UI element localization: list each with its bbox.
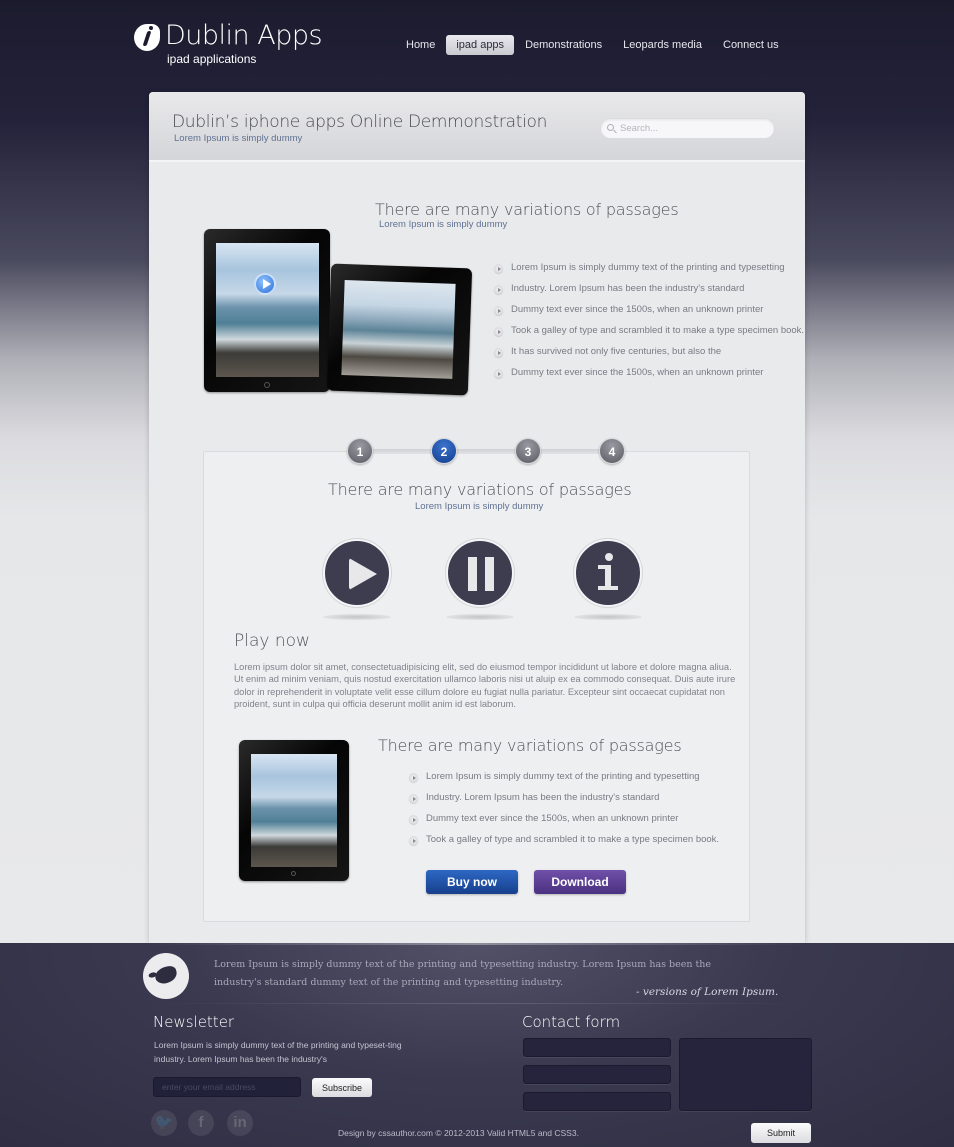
social-facebook-link[interactable]: f [188, 1110, 214, 1136]
newsletter-title: Newsletter [153, 1013, 235, 1031]
social-linkedin-link[interactable]: in [227, 1110, 253, 1136]
contact-field-3[interactable] [523, 1092, 671, 1111]
bullet-arrow-icon [494, 264, 503, 273]
page-subtitle: Lorem Ipsum is simply dummy [174, 133, 303, 144]
download-button[interactable]: Download [534, 870, 626, 894]
nav-ipad-apps[interactable]: ipad apps [446, 35, 515, 55]
ipad-screen [251, 754, 337, 867]
ipad-screen [341, 280, 456, 379]
section1-subtitle: Lorem Ipsum is simply dummy [379, 219, 508, 230]
section3-title: There are many variations of passages [378, 736, 682, 755]
twitter-bird-icon [153, 964, 179, 986]
ipad-product-image [239, 740, 349, 881]
twitter-badge[interactable] [143, 953, 189, 999]
pause-button[interactable] [446, 539, 514, 607]
video-play-icon[interactable] [254, 273, 276, 295]
pause-icon [468, 557, 477, 591]
list-item: Industry. Lorem Ipsum has been the indus… [494, 282, 804, 303]
bullet-arrow-icon [494, 285, 503, 294]
footer-divider [150, 943, 804, 945]
page-title: Dublin’s iphone apps Online Demmonstrati… [172, 112, 548, 132]
info-button[interactable] [574, 539, 642, 607]
bullet-arrow-icon [409, 836, 418, 845]
twitter-icon: 🐦 [154, 1114, 174, 1131]
list-item: Lorem Ipsum is simply dummy text of the … [494, 261, 804, 282]
step-2-active[interactable]: 2 [431, 438, 457, 464]
bullet-arrow-icon [494, 369, 503, 378]
ipad-screen [216, 243, 319, 377]
button-shadow [574, 614, 642, 620]
button-shadow [323, 614, 391, 620]
contact-field-2[interactable] [523, 1065, 671, 1084]
copyright: Design by cssauthor.com © 2012-2013 Vali… [338, 1128, 579, 1138]
bullet-arrow-icon [409, 794, 418, 803]
step-4[interactable]: 4 [599, 438, 625, 464]
ipad-landscape-image [326, 263, 473, 396]
play-icon [349, 558, 377, 590]
play-now-description: Lorem ipsum dolor sit amet, consectetuad… [234, 662, 736, 710]
newsletter-description: Lorem Ipsum is simply dummy text of the … [154, 1040, 402, 1064]
site-tagline: ipad applications [167, 52, 257, 66]
social-twitter-link[interactable]: 🐦 [151, 1110, 177, 1136]
list-item: Dummy text ever since the 1500s, when an… [409, 812, 719, 833]
list-item: Took a galley of type and scrambled it t… [494, 324, 804, 345]
list-item: Dummy text ever since the 1500s, when an… [494, 303, 804, 324]
pause-icon [485, 557, 494, 591]
facebook-icon: f [198, 1114, 204, 1131]
list-item: It has survived not only five centuries,… [494, 345, 804, 366]
section1-title: There are many variations of passages [375, 200, 679, 219]
contact-message-textarea[interactable] [679, 1038, 812, 1111]
tweet-author: - versions of Lorem Ipsum. [636, 986, 779, 998]
play-now-heading: Play now [234, 631, 310, 651]
bullet-arrow-icon [409, 815, 418, 824]
search-input[interactable] [620, 121, 770, 136]
main-nav: Home ipad apps Demonstrations Leopards m… [396, 35, 790, 55]
contact-submit-button[interactable]: Submit [751, 1123, 811, 1143]
play-button[interactable] [323, 539, 391, 607]
step-track [360, 449, 613, 454]
button-shadow [446, 614, 514, 620]
section3-feature-list: Lorem Ipsum is simply dummy text of the … [409, 770, 719, 854]
ipad-home-button [291, 871, 296, 876]
linkedin-icon: in [233, 1114, 247, 1131]
buy-now-button[interactable]: Buy now [426, 870, 518, 894]
section2-subtitle: Lorem Ipsum is simply dummy [415, 501, 544, 512]
ipad-portrait-image [204, 229, 330, 392]
contact-form-title: Contact form [522, 1013, 621, 1031]
section2-title: There are many variations of passages [328, 480, 632, 499]
step-1[interactable]: 1 [347, 438, 373, 464]
nav-connect-us[interactable]: Connect us [713, 35, 789, 55]
step-3[interactable]: 3 [515, 438, 541, 464]
list-item: Took a galley of type and scrambled it t… [409, 833, 719, 854]
bullet-arrow-icon [494, 348, 503, 357]
nav-leopards-media[interactable]: Leopards media [613, 35, 712, 55]
newsletter-email-input[interactable] [153, 1077, 301, 1097]
logo-icon[interactable] [134, 24, 160, 51]
ipad-home-button [264, 382, 270, 388]
section1-feature-list: Lorem Ipsum is simply dummy text of the … [494, 261, 804, 387]
bullet-arrow-icon [409, 773, 418, 782]
search-icon [607, 124, 614, 131]
contact-field-1[interactable] [523, 1038, 671, 1057]
list-item: Lorem Ipsum is simply dummy text of the … [409, 770, 719, 791]
list-item: Dummy text ever since the 1500s, when an… [494, 366, 804, 387]
nav-demonstrations[interactable]: Demonstrations [515, 35, 612, 55]
nav-home[interactable]: Home [396, 35, 445, 55]
subscribe-button[interactable]: Subscribe [312, 1078, 372, 1097]
bullet-arrow-icon [494, 327, 503, 336]
site-title[interactable]: Dublin Apps [165, 20, 323, 51]
footer-divider [150, 1003, 804, 1004]
list-item: Industry. Lorem Ipsum has been the indus… [409, 791, 719, 812]
bullet-arrow-icon [494, 306, 503, 315]
